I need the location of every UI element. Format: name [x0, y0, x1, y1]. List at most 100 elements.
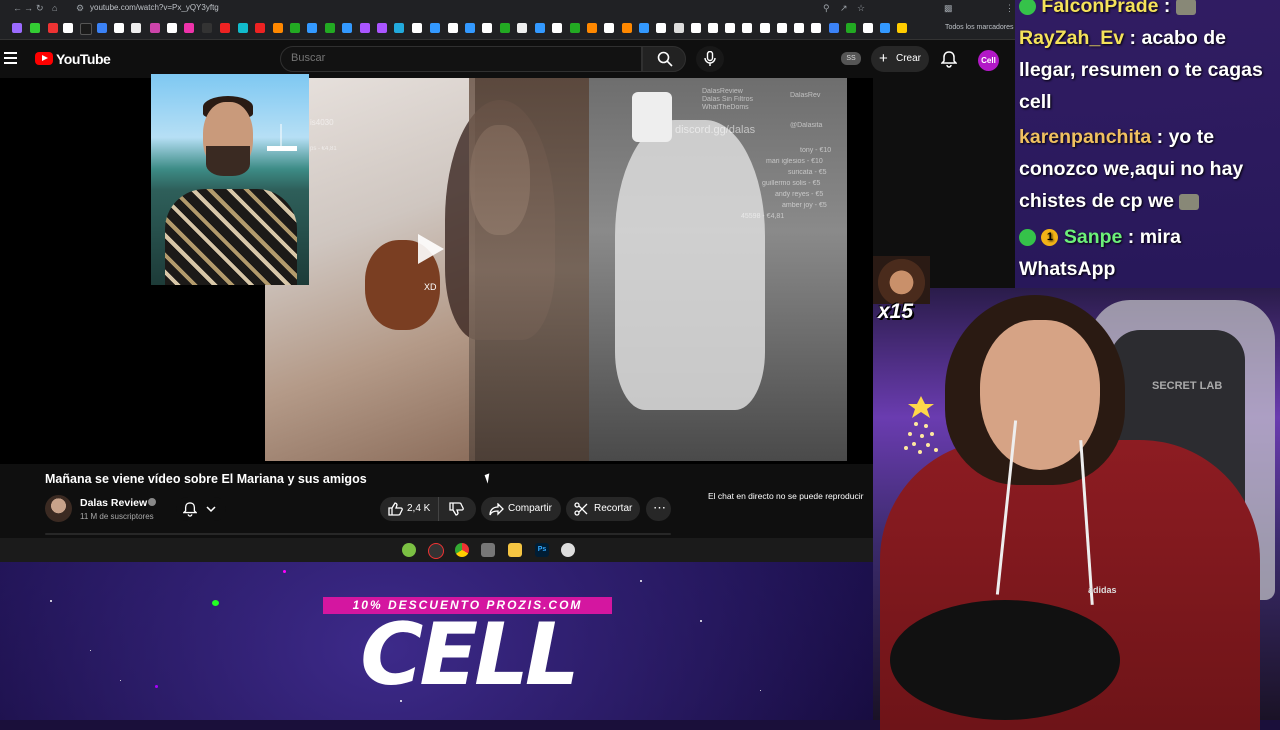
streamer-hands: [890, 600, 1120, 720]
bookmark-icon[interactable]: [377, 23, 387, 33]
extensions-icon[interactable]: ▩: [944, 3, 953, 14]
back-icon[interactable]: ←: [13, 3, 22, 13]
bookmark-icon[interactable]: [80, 23, 92, 35]
share-button[interactable]: Compartir: [481, 497, 561, 521]
like-button[interactable]: 2,4 K: [380, 497, 438, 521]
youtube-logo-text[interactable]: YouTube: [56, 51, 111, 67]
folder-icon[interactable]: [508, 543, 522, 557]
star: [50, 600, 52, 602]
bookmark-icon[interactable]: [150, 23, 160, 33]
bookmark-icon[interactable]: [863, 23, 873, 33]
bookmark-icon[interactable]: [897, 23, 907, 33]
bookmark-icon[interactable]: [167, 23, 177, 33]
bookmark-icon[interactable]: [114, 23, 124, 33]
bookmark-icon[interactable]: [742, 23, 752, 33]
ss-badge[interactable]: SS: [841, 52, 861, 65]
youtube-logo-icon[interactable]: [35, 52, 53, 65]
bookmark-icon[interactable]: [430, 23, 440, 33]
bookmark-icon[interactable]: [238, 23, 248, 33]
bookmark-icon[interactable]: [622, 23, 632, 33]
bookmark-icon[interactable]: [465, 23, 475, 33]
bookmark-icon[interactable]: [725, 23, 735, 33]
bookmark-icon[interactable]: [325, 23, 335, 33]
bookmark-icon[interactable]: [604, 23, 614, 33]
bookmark-icon[interactable]: [517, 23, 527, 33]
bookmark-icon[interactable]: [290, 23, 300, 33]
bookmark-icon[interactable]: [255, 23, 265, 33]
social-youtube-sub: Dalas Sin Filtros: [702, 96, 753, 103]
home-icon[interactable]: ⌂: [52, 3, 57, 13]
bookmark-icon[interactable]: [829, 23, 839, 33]
bookmark-icon[interactable]: [12, 23, 22, 33]
account-avatar[interactable]: Cell: [978, 50, 999, 71]
bookmark-icon[interactable]: [760, 23, 770, 33]
voice-search-button[interactable]: [696, 46, 724, 72]
bookmark-icon[interactable]: [570, 23, 580, 33]
bookmark-icon[interactable]: [30, 23, 40, 33]
subscribe-notifications-button[interactable]: [176, 497, 226, 521]
search-button[interactable]: [642, 46, 686, 72]
notifications-bell-icon[interactable]: [941, 51, 957, 68]
channel-avatar[interactable]: [45, 495, 72, 522]
zoom-icon[interactable]: ⚲: [823, 3, 830, 14]
app-icon[interactable]: [561, 543, 575, 557]
bookmark-icon[interactable]: [535, 23, 545, 33]
bookmark-icon[interactable]: [220, 23, 230, 33]
chrome-icon[interactable]: [455, 543, 469, 557]
star-bookmark-icon[interactable]: ☆: [857, 3, 865, 14]
bookmark-icon[interactable]: [500, 23, 510, 33]
url-text[interactable]: youtube.com/watch?v=Px_yQY3yftg: [90, 3, 219, 12]
dislike-button[interactable]: [438, 497, 476, 521]
menu-hamburger-icon[interactable]: [4, 52, 17, 67]
app-icon[interactable]: [402, 543, 416, 557]
clip-button[interactable]: Recortar: [566, 497, 640, 521]
bookmark-icon[interactable]: [482, 23, 492, 33]
more-actions-button[interactable]: ⋯: [646, 497, 671, 521]
bookmark-icon[interactable]: [63, 23, 73, 33]
create-button[interactable]: + Crear: [871, 46, 929, 72]
bookmark-icon[interactable]: [48, 23, 58, 33]
bookmark-icon[interactable]: [448, 23, 458, 33]
emote-multiplier: x15: [878, 300, 914, 323]
bookmark-icon[interactable]: [846, 23, 856, 33]
bookmark-icon[interactable]: [360, 23, 370, 33]
play-icon[interactable]: [418, 234, 444, 264]
donation-item: amber joy - €5: [782, 202, 827, 209]
search-box[interactable]: [280, 46, 642, 72]
bookmark-icon[interactable]: [202, 23, 212, 33]
bookmark-icon[interactable]: [131, 23, 141, 33]
bookmark-icon[interactable]: [656, 23, 666, 33]
thumbs-down-icon: [449, 502, 464, 516]
app-icon[interactable]: [428, 543, 444, 559]
bookmark-icon[interactable]: [394, 23, 404, 33]
bookmark-icon[interactable]: [880, 23, 890, 33]
search-icon: [657, 51, 673, 67]
bookmark-icon[interactable]: [639, 23, 649, 33]
app-icon[interactable]: [481, 543, 495, 557]
menu-icon[interactable]: ⋮: [1005, 3, 1014, 14]
bookmark-icon[interactable]: [342, 23, 352, 33]
share-icon[interactable]: ↗: [840, 3, 848, 14]
bookmark-icon[interactable]: [587, 23, 597, 33]
bookmark-icon[interactable]: [777, 23, 787, 33]
bookmark-icon[interactable]: [674, 23, 684, 33]
bookmark-icon[interactable]: [97, 23, 107, 33]
bookmark-icon[interactable]: [307, 23, 317, 33]
forward-icon[interactable]: →: [24, 3, 33, 13]
bookmark-icon[interactable]: [273, 23, 283, 33]
bookmark-icon[interactable]: [412, 23, 422, 33]
site-info-icon[interactable]: ⚙: [76, 3, 84, 14]
photoshop-icon[interactable]: Ps: [535, 543, 549, 557]
reaction-facecam: [151, 74, 309, 285]
bookmark-icon[interactable]: [708, 23, 718, 33]
channel-name[interactable]: Dalas Review: [80, 497, 147, 509]
all-bookmarks[interactable]: Todos los marcadores: [945, 24, 1013, 31]
reload-icon[interactable]: ↻: [36, 3, 44, 14]
address-bar[interactable]: ← → ↻ ⌂ ⚙ youtube.com/watch?v=Px_yQY3yft…: [0, 0, 1015, 17]
bookmark-icon[interactable]: [552, 23, 562, 33]
bookmark-icon[interactable]: [794, 23, 804, 33]
bookmark-icon[interactable]: [691, 23, 701, 33]
bookmark-icon[interactable]: [184, 23, 194, 33]
search-input[interactable]: [289, 51, 633, 65]
bookmark-icon[interactable]: [811, 23, 821, 33]
